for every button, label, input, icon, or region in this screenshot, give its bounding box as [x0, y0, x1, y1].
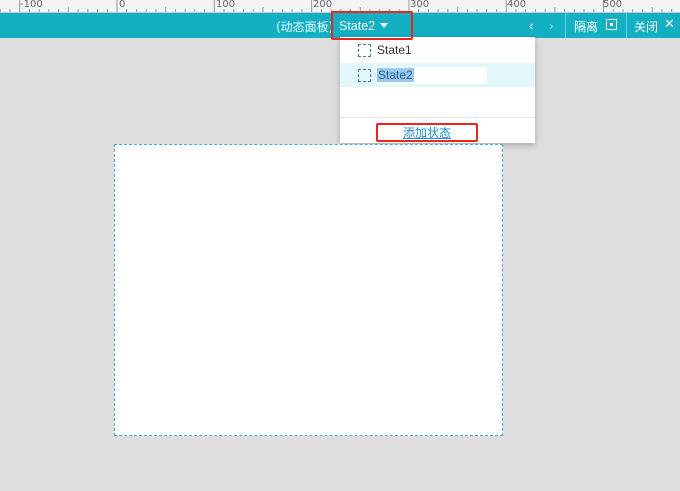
ruler-label: 0 — [119, 0, 126, 10]
close-icon[interactable]: ✕ — [664, 16, 675, 32]
current-state-label: State2 — [339, 18, 376, 33]
toolbar-divider — [626, 13, 627, 38]
ruler-label: 100 — [216, 0, 236, 10]
ruler-label: 300 — [410, 0, 430, 10]
state-icon — [358, 68, 371, 82]
toolbar-divider — [565, 13, 566, 38]
dynamic-panel-toolbar: (动态面板) State2 ‹ › 隔离 关闭 ✕ — [0, 13, 680, 38]
state-item-state2[interactable]: State2 — [340, 63, 535, 87]
state-name-selected-text: State2 — [377, 68, 414, 82]
dropdown-divider — [340, 117, 535, 118]
state-item-label: State1 — [377, 43, 412, 57]
add-state-link[interactable]: 添加状态 — [403, 124, 451, 141]
ruler-label: -100 — [20, 0, 43, 10]
ruler-label: 400 — [507, 0, 527, 10]
isolate-icon[interactable] — [606, 19, 617, 30]
close-button[interactable]: 关闭 — [634, 18, 658, 35]
ruler-label: 500 — [603, 0, 623, 10]
isolate-button[interactable]: 隔离 — [574, 18, 598, 35]
state-select[interactable]: State2 — [332, 13, 411, 38]
horizontal-ruler: -100 0 100 200 300 400 500 — [0, 0, 680, 13]
dynamic-panel-canvas[interactable] — [114, 144, 503, 436]
state-dropdown-menu: State1 State2 添加状态 — [340, 37, 535, 143]
state-name-input[interactable]: State2 — [377, 66, 487, 84]
ruler-ticks — [0, 0, 673, 12]
panel-name-label: (动态面板) — [276, 20, 334, 34]
caret-down-icon — [380, 23, 389, 28]
ruler-label: 200 — [313, 0, 333, 10]
chevron-right-icon[interactable]: › — [549, 18, 553, 33]
state-icon — [358, 43, 371, 57]
state-item-state1[interactable]: State1 — [340, 38, 535, 62]
chevron-left-icon[interactable]: ‹ — [529, 18, 533, 33]
